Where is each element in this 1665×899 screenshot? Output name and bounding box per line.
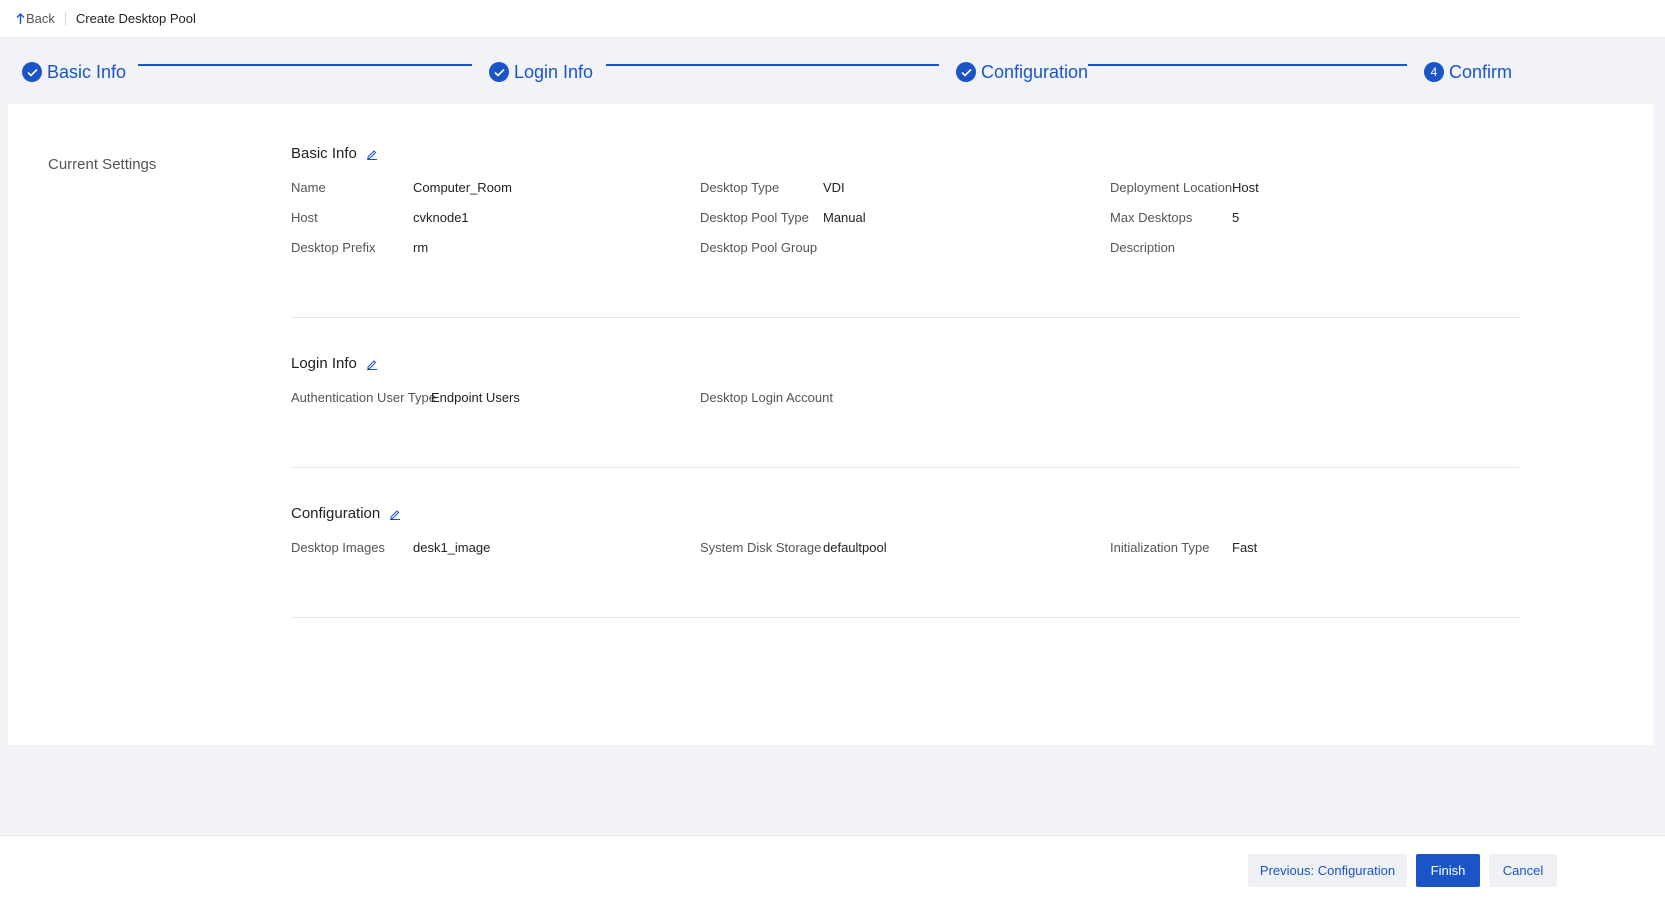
section-title: Configuration: [291, 505, 1596, 522]
field-label: Authentication User Type: [291, 390, 437, 405]
field-row: Description: [1110, 240, 1232, 258]
configuration-section: Configuration: [291, 505, 1596, 522]
settings-card: Current Settings: [8, 104, 1653, 745]
step-confirm: 4 Confirm: [1424, 57, 1512, 87]
top-bar: Back Create Desktop Pool: [0, 0, 1665, 38]
field-row: Desktop Images desk1_image: [291, 540, 490, 558]
section-title: Basic Info: [291, 145, 1596, 162]
field-value: Manual: [823, 210, 866, 225]
field-label: Name: [291, 180, 326, 195]
field-row: System Disk Storage defaultpool: [700, 540, 887, 558]
section-divider: [291, 317, 1519, 318]
step-basic-info[interactable]: Basic Info: [22, 57, 126, 87]
field-label: Deployment Location: [1110, 180, 1233, 195]
field-value: Computer_Room: [413, 180, 512, 195]
current-settings-label: Current Settings: [48, 156, 157, 173]
page-title: Create Desktop Pool: [75, 11, 196, 26]
field-label: Desktop Images: [291, 540, 385, 555]
step-connector: [138, 64, 472, 66]
previous-button[interactable]: Previous: Configuration: [1248, 854, 1407, 887]
field-value: Endpoint Users: [431, 390, 520, 405]
field-value: rm: [413, 240, 429, 255]
finish-button[interactable]: Finish: [1416, 854, 1480, 887]
field-value: cvknode1: [413, 210, 469, 225]
section-title-text: Basic Info: [291, 145, 357, 162]
field-row: Desktop Type VDI: [700, 180, 845, 198]
back-label: Back: [26, 11, 55, 26]
field-label: Description: [1110, 240, 1176, 255]
wizard-stepper: Basic Info Login Info Configuration 4 Co…: [0, 38, 1665, 104]
field-row: Name Computer_Room: [291, 180, 512, 198]
field-row: Initialization Type Fast: [1110, 540, 1257, 558]
check-icon: [489, 62, 509, 82]
step-configuration[interactable]: Configuration: [956, 57, 1088, 87]
field-label: Host: [291, 210, 318, 225]
field-row: Desktop Login Account: [700, 390, 840, 408]
field-value: Fast: [1232, 540, 1258, 555]
step-connector: [606, 64, 939, 66]
cancel-button[interactable]: Cancel: [1489, 854, 1557, 887]
field-label: System Disk Storage: [700, 540, 822, 555]
section-title-text: Configuration: [291, 505, 381, 522]
footer-bar: Previous: Configuration Finish Cancel: [0, 835, 1665, 899]
field-label: Desktop Login Account: [700, 390, 833, 405]
login-info-section: Login Info: [291, 355, 1596, 372]
field-value: defaultpool: [823, 540, 887, 555]
step-label: Confirm: [1449, 61, 1513, 82]
section-title-text: Login Info: [291, 355, 357, 372]
field-row: Desktop Prefix rm: [291, 240, 428, 258]
field-row: Host cvknode1: [291, 210, 469, 228]
edit-icon[interactable]: [366, 358, 378, 370]
edit-icon[interactable]: [389, 508, 401, 520]
field-row: Deployment Location Host: [1110, 180, 1259, 198]
section-divider: [291, 467, 1519, 468]
field-label: Desktop Prefix: [291, 240, 376, 255]
basic-info-section: Basic Info: [291, 145, 1596, 162]
step-login-info[interactable]: Login Info: [489, 57, 593, 87]
field-value: VDI: [823, 180, 845, 195]
field-value: desk1_image: [413, 540, 491, 555]
step-number: 4: [1424, 62, 1444, 82]
field-value: Host: [1232, 180, 1259, 195]
back-button[interactable]: Back: [16, 11, 55, 26]
field-row: Desktop Pool Group: [700, 240, 823, 258]
step-label: Basic Info: [47, 61, 127, 82]
step-label: Login Info: [514, 61, 594, 82]
field-label: Desktop Pool Group: [700, 240, 818, 255]
field-row: Max Desktops 5: [1110, 210, 1239, 228]
field-label: Max Desktops: [1110, 210, 1193, 225]
arrow-up-icon: [16, 12, 25, 24]
field-label: Initialization Type: [1110, 540, 1210, 555]
section-title: Login Info: [291, 355, 1596, 372]
edit-icon[interactable]: [366, 148, 378, 160]
field-row: Authentication User Type Endpoint Users: [291, 390, 520, 408]
check-icon: [956, 62, 976, 82]
field-label: Desktop Type: [700, 180, 780, 195]
header-separator: [64, 11, 66, 26]
step-label: Configuration: [981, 61, 1089, 82]
step-connector: [1088, 64, 1407, 66]
section-divider: [291, 617, 1519, 618]
check-icon: [22, 62, 42, 82]
field-label: Desktop Pool Type: [700, 210, 809, 225]
field-row: Desktop Pool Type Manual: [700, 210, 866, 228]
field-value: 5: [1232, 210, 1240, 225]
